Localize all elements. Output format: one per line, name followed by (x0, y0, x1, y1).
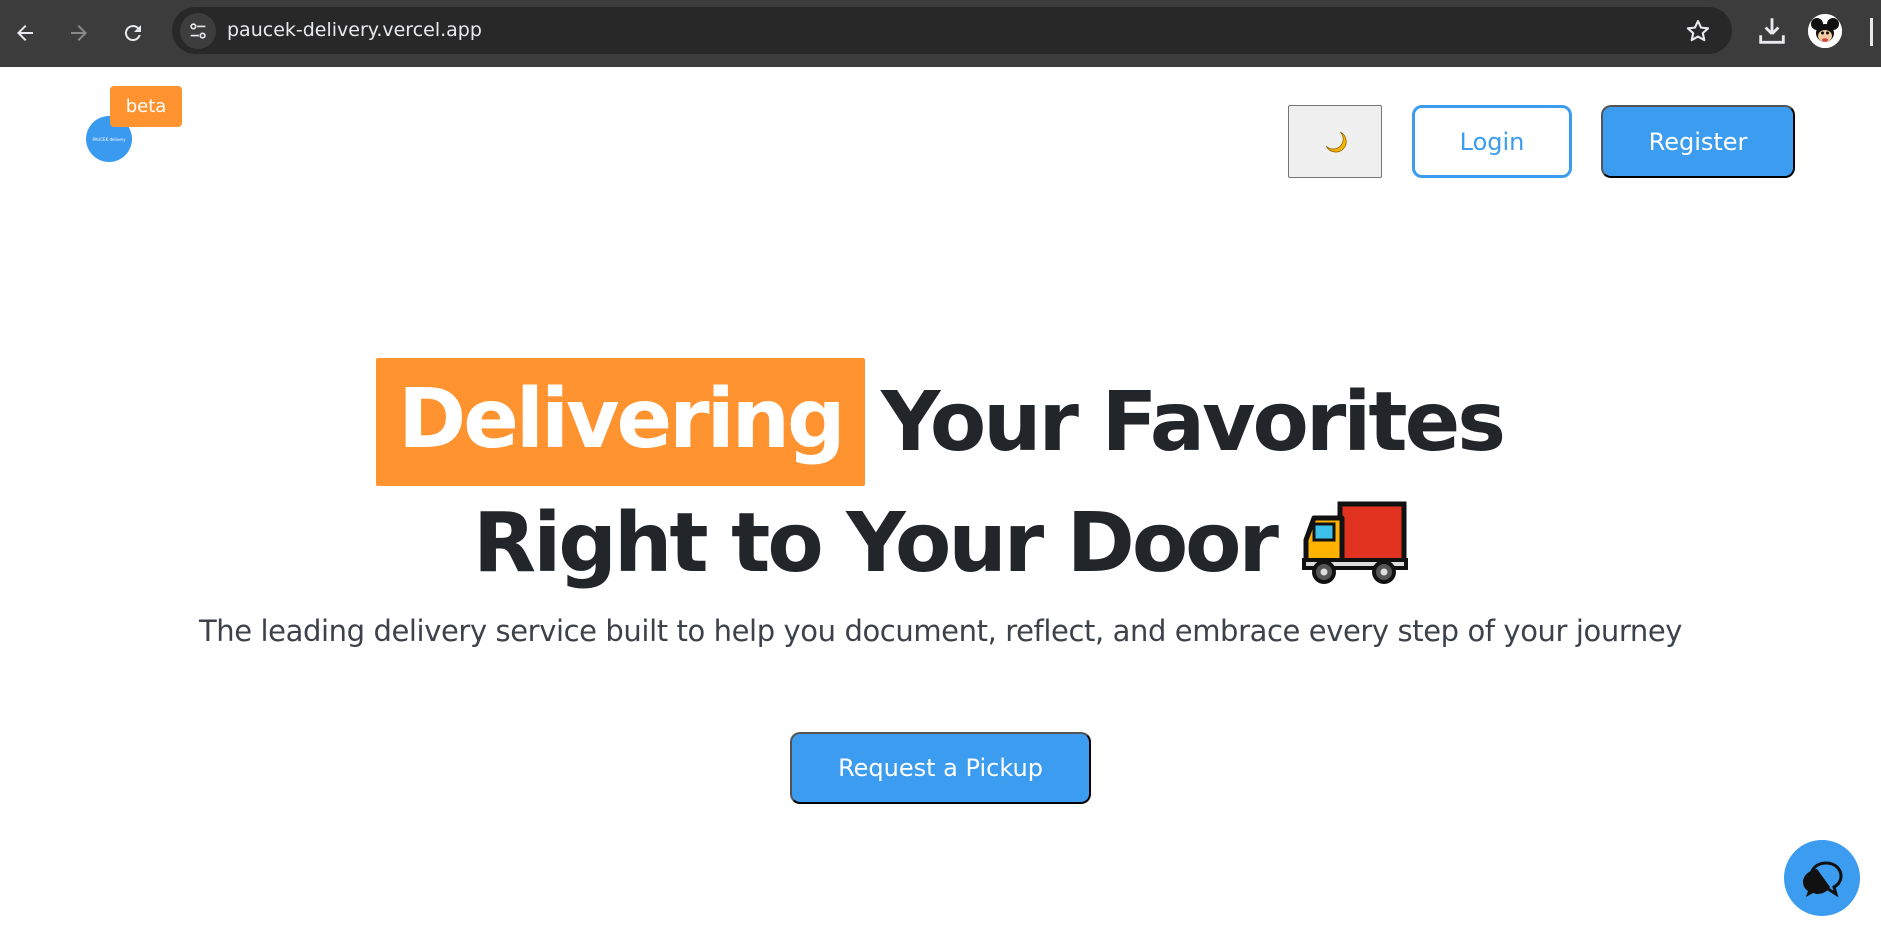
hero-subtitle: The leading delivery service built to he… (198, 614, 1683, 648)
hero-heading-rest: Your Favorites (880, 374, 1506, 470)
address-bar[interactable]: paucek-delivery.vercel.app (172, 7, 1732, 54)
site-info-icon (190, 23, 206, 39)
forward-icon (71, 25, 87, 41)
theme-toggle-button[interactable] (1288, 105, 1382, 178)
url-text[interactable]: paucek-delivery.vercel.app (227, 19, 482, 41)
mouse-avatar-icon (1808, 14, 1842, 48)
menu-edge-icon[interactable] (1868, 14, 1881, 50)
login-button[interactable]: Login (1412, 105, 1572, 178)
moon-icon (1325, 131, 1347, 152)
back-icon (17, 25, 33, 41)
delivery-truck-icon (1301, 501, 1408, 584)
hero-heading-line-1: Delivering Your Favorites (0, 358, 1881, 486)
register-button[interactable]: Register (1601, 105, 1795, 178)
browser-toolbar: paucek-delivery.vercel.app (0, 0, 1881, 67)
hero-highlight-word: Delivering (375, 358, 865, 486)
chat-icon (1803, 861, 1843, 898)
bookmark-star-icon[interactable] (1684, 17, 1712, 45)
site-logo[interactable]: PAUCEK delivery beta (86, 86, 196, 166)
forward-button[interactable] (60, 14, 98, 52)
reload-icon (124, 25, 141, 42)
beta-badge: beta (110, 86, 182, 127)
hero-heading-line-2: Right to Your Door (0, 488, 1881, 598)
chat-widget-button[interactable] (1784, 840, 1860, 916)
back-button[interactable] (6, 14, 44, 52)
profile-avatar[interactable] (1808, 14, 1842, 48)
download-icon[interactable] (1755, 14, 1789, 48)
hero-heading-line2-text: Right to Your Door (473, 495, 1279, 591)
request-pickup-button[interactable]: Request a Pickup (790, 732, 1091, 804)
reload-button[interactable] (114, 14, 152, 52)
logo-mini-text: PAUCEK delivery (92, 136, 126, 142)
site-info-button[interactable] (180, 13, 216, 49)
